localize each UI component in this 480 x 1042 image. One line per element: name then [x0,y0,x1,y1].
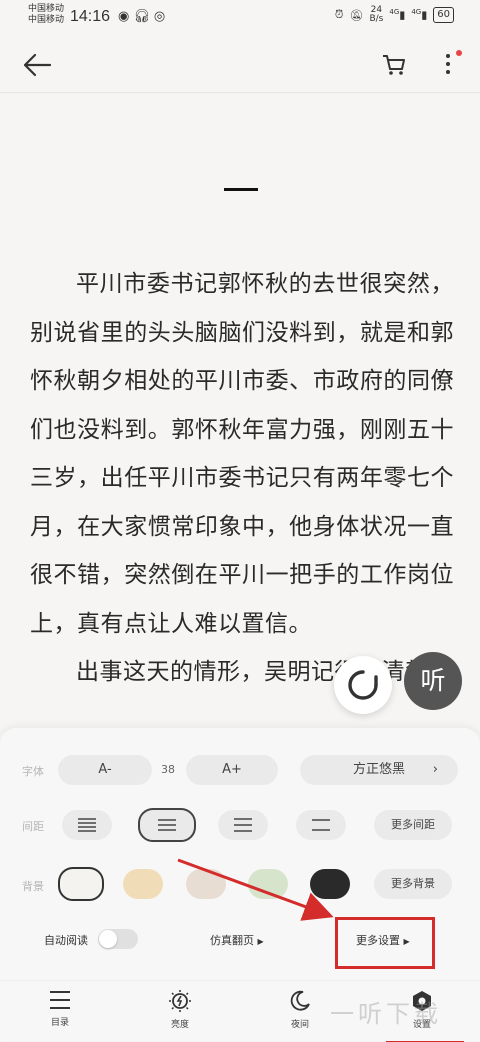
nav-brightness-label: 亮度 [170,1020,189,1030]
annotation-arrow [177,858,334,921]
nav-night[interactable]: 夜间 [270,989,330,1030]
nav-brightness[interactable]: 亮度 [150,989,210,1030]
watermark: 一听下载 [330,1000,442,1028]
annotation-overlay [177,858,334,921]
nav-toc[interactable]: 目录 [30,989,90,1028]
brightness-icon [169,990,191,1012]
nav-toc-label: 目录 [50,1018,69,1028]
moon-icon [290,990,310,1011]
annotation-box-more-settings [335,917,435,969]
nav-night-label: 夜间 [290,1020,309,1030]
list-icon [50,991,70,1009]
